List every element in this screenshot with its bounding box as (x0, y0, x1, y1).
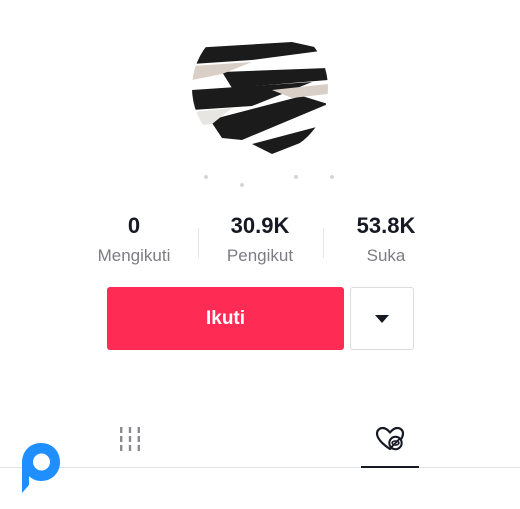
stat-following[interactable]: 0 Mengikuti (69, 212, 199, 268)
followers-label: Pengikut (226, 246, 294, 265)
followers-count: 30.9K (230, 213, 290, 238)
tab-liked[interactable] (361, 410, 419, 468)
avatar-artifacts (204, 175, 334, 187)
profile-tabs (0, 410, 520, 468)
hidden-heart-icon (375, 426, 405, 450)
stat-divider (198, 228, 199, 258)
likes-count: 53.8K (356, 213, 416, 238)
more-options-button[interactable] (350, 287, 414, 350)
stat-likes: 53.8K Suka (321, 212, 451, 268)
logo-icon (22, 443, 60, 493)
following-label: Mengikuti (97, 246, 171, 265)
stat-followers[interactable]: 30.9K Pengikut (195, 212, 325, 268)
avatar[interactable] (192, 20, 328, 156)
stat-divider (323, 228, 324, 258)
grid-icon (120, 426, 140, 451)
caret-down-icon (375, 314, 389, 323)
following-count: 0 (127, 213, 141, 238)
profile-stats: 0 Mengikuti 30.9K Pengikut 53.8K Suka (0, 212, 520, 272)
follow-button[interactable]: Ikuti (107, 287, 344, 350)
tab-videos[interactable] (101, 410, 159, 467)
likes-label: Suka (366, 246, 406, 265)
